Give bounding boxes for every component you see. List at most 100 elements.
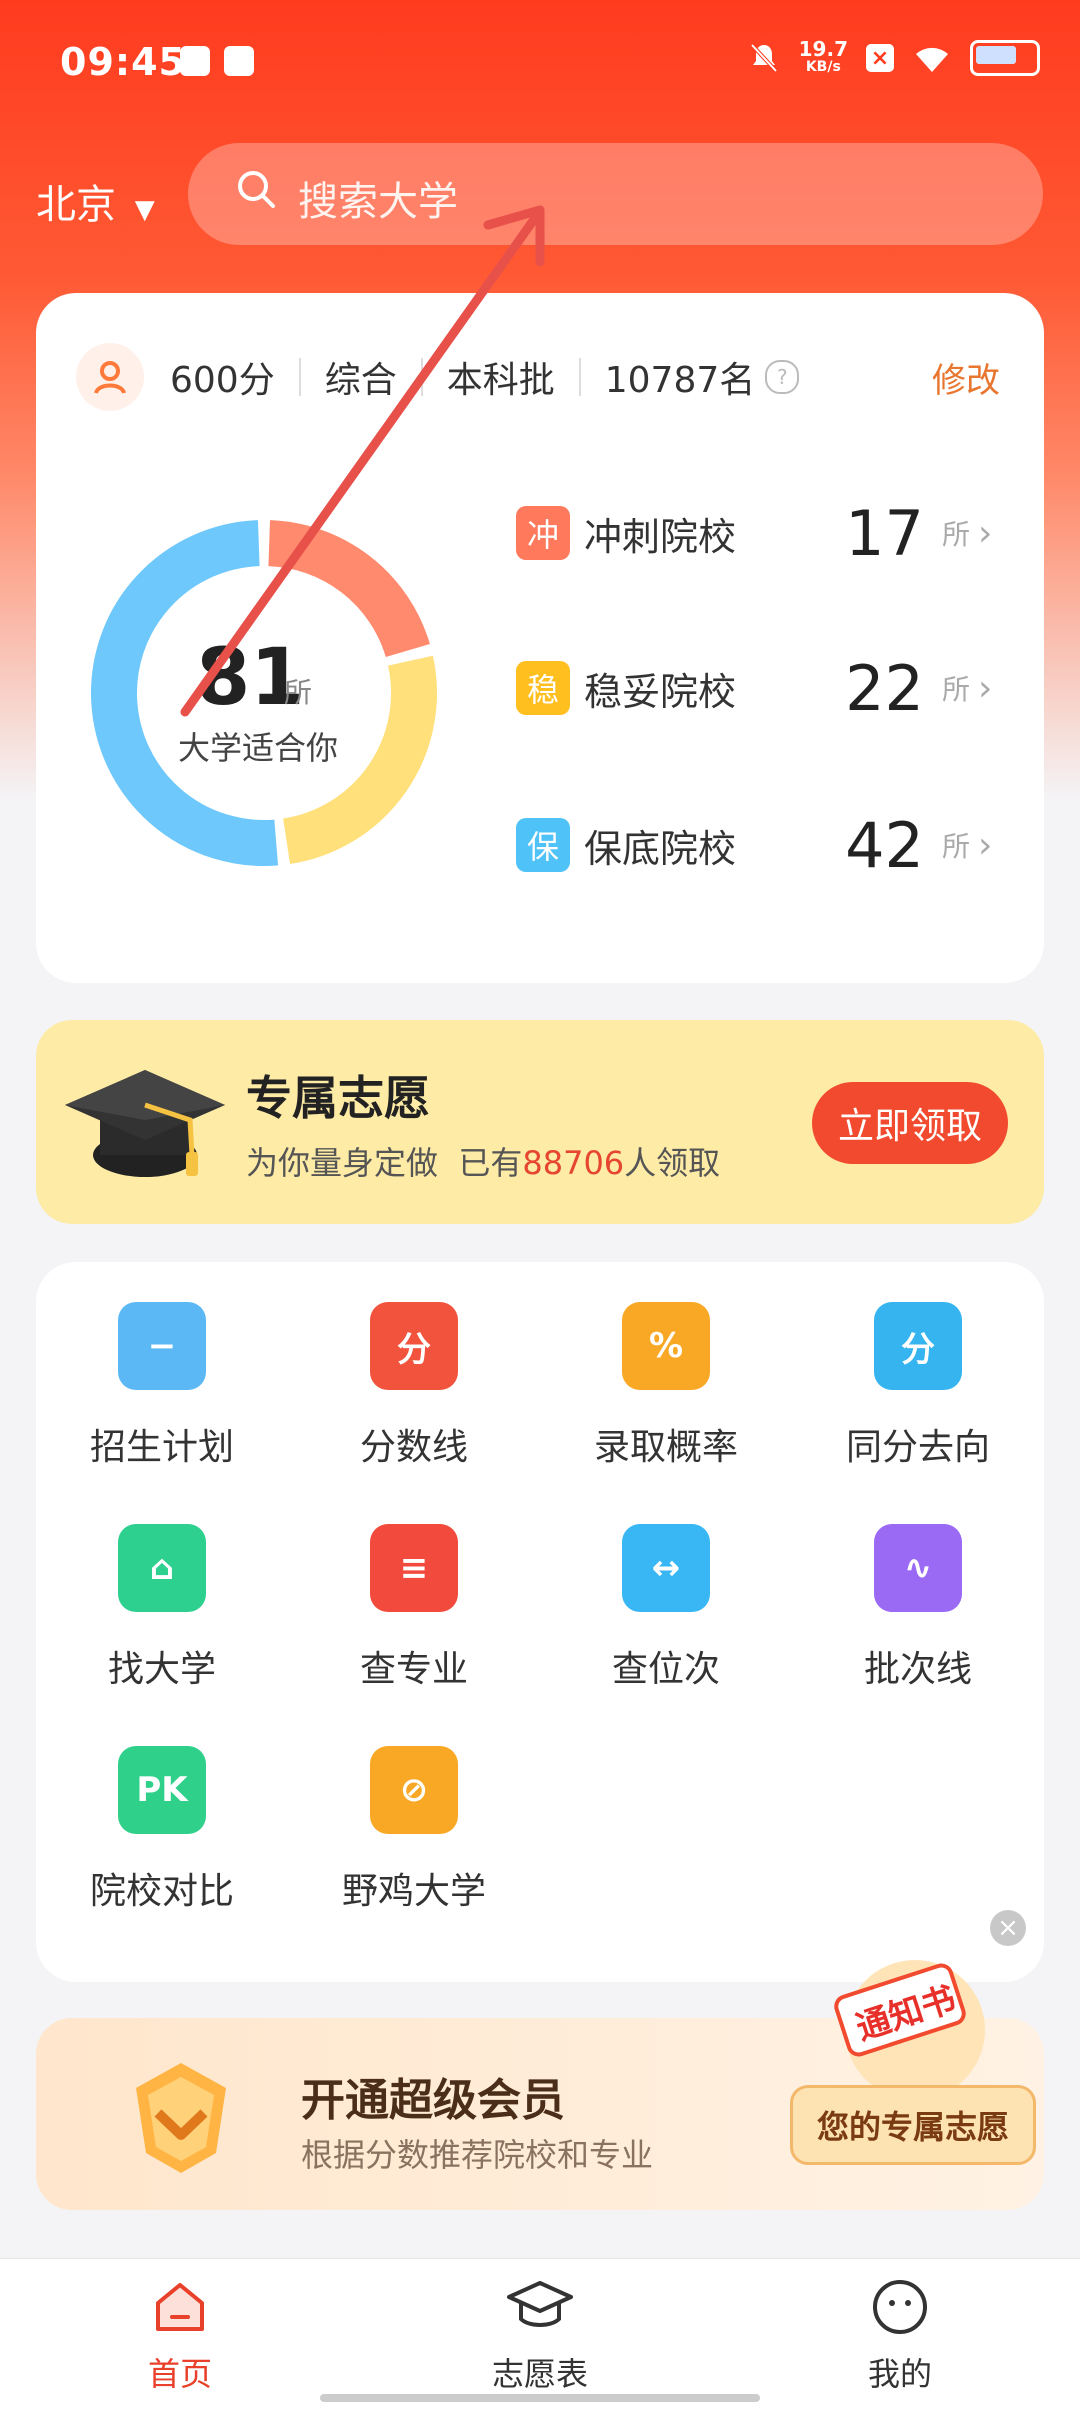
tool-label: 查位次 [611, 1649, 720, 1690]
fake-university-icon: ⊘ [370, 1746, 458, 1834]
status-icons: 19.7 KB/s × [747, 37, 1040, 76]
city-selector[interactable]: 北京 ▼ [36, 172, 155, 230]
donut-label: 大学适合你 [178, 729, 339, 767]
tool-fake-university[interactable]: ⊘ 野鸡大学 [288, 1746, 540, 1914]
claim-now-button[interactable]: 立即领取 [812, 1082, 1008, 1164]
exclusive-plan-banner[interactable]: 专属志愿 为你量身定做 已有88706人领取 立即领取 [36, 1020, 1044, 1224]
book-icon: ≡ [370, 1524, 458, 1612]
university-building-icon: ⌂ [118, 1524, 206, 1612]
search-placeholder: 搜索大学 [298, 179, 458, 225]
tier-name: 稳妥院校 [584, 669, 737, 714]
promo-sub-suffix: 人领取 [624, 1144, 721, 1182]
batch-line-icon: ∿ [874, 1524, 962, 1612]
network-speed-unit: KB/s [805, 59, 841, 75]
nav-home[interactable]: 首页 [80, 2277, 280, 2395]
tool-label: 录取概率 [593, 1427, 738, 1468]
tool-batch-line[interactable]: ∿ 批次线 [792, 1524, 1044, 1692]
tier-fallback-row[interactable]: 保保底院校 42 所 › [516, 805, 1016, 885]
tool-label: 同分去向 [845, 1427, 990, 1468]
pk-heart-icon: PK [118, 1746, 206, 1834]
tool-percent-bag[interactable]: % 录取概率 [540, 1302, 792, 1470]
mute-bell-icon [750, 43, 778, 73]
tool-score[interactable]: 分分数线 [288, 1302, 540, 1470]
tier-safe-row[interactable]: 稳稳妥院校 22 所 › [516, 648, 1016, 728]
tool-label: 查专业 [359, 1649, 468, 1690]
tool-label: 分数线 [359, 1427, 468, 1468]
network-speed: 19.7 KB/s [798, 37, 848, 76]
calendar-notification-icon [224, 46, 254, 76]
promo-title: 专属志愿 [246, 1071, 430, 1125]
tools-grid: − 招生计划 分分数线% 录取概率 分同分去向 ⌂ 找大学 ≡ 查专业 ↔ 查位次 ∿ 批次线 PK 院校对… [36, 1262, 1044, 1982]
status-bar: 09:45 19.7 KB/s × [0, 0, 1080, 130]
search-bar[interactable]: 搜索大学 [188, 143, 1043, 245]
subject-type: 综合 [324, 360, 397, 401]
bottom-navigation: 首页 志愿表 我的 [0, 2258, 1080, 2409]
score-info-row[interactable]: 600分 综合 本科批 10787名 ? [76, 343, 800, 411]
tool-label: 招生计划 [89, 1427, 234, 1468]
nav-wishlist[interactable]: 志愿表 [440, 2277, 640, 2395]
home-indicator[interactable] [320, 2394, 760, 2402]
user-avatar-icon [76, 343, 144, 411]
score-value: 600分 [170, 360, 275, 401]
tool-university-building[interactable]: ⌂ 找大学 [36, 1524, 288, 1692]
tier-badge: 稳 [516, 661, 570, 715]
vip-diamond-icon [136, 2063, 226, 2173]
tool-pk-heart[interactable]: PK 院校对比 [36, 1746, 288, 1914]
chevron-right-icon: › [978, 824, 993, 866]
rank-value: 10787名 [604, 360, 756, 401]
tool-rank-ruler[interactable]: ↔ 查位次 [540, 1524, 792, 1692]
wifi-icon [916, 47, 948, 72]
help-icon[interactable]: ? [765, 360, 800, 394]
battery-icon [970, 40, 1040, 76]
nav-home-label: 首页 [147, 2355, 212, 2393]
close-icon[interactable]: × [990, 1910, 1026, 1946]
divider [298, 358, 301, 396]
sim-disabled-icon: × [866, 44, 894, 72]
tier-name: 保底院校 [584, 826, 737, 871]
tool-book[interactable]: ≡ 查专业 [288, 1524, 540, 1692]
chevron-down-icon: ▼ [134, 195, 155, 225]
admission-notice-icon[interactable]: 通知书 [820, 1950, 990, 2100]
tier-count: 22 [845, 651, 924, 725]
donut-unit: 所 [284, 676, 313, 709]
rank-ruler-icon: ↔ [622, 1524, 710, 1612]
score-card: 600分 综合 本科批 10787名 ? 修改 81 所 大学适合你 冲冲刺院校… [36, 293, 1044, 983]
tool-graduation-cap[interactable]: − 招生计划 [36, 1302, 288, 1470]
status-time: 09:45 [60, 40, 186, 84]
divider [420, 358, 423, 396]
tier-reach-row[interactable]: 冲冲刺院校 17 所 › [516, 493, 1016, 573]
promo-subtitle: 为你量身定做 已有88706人领取 [246, 1138, 720, 1184]
smiley-face-icon [873, 2280, 927, 2334]
home-icon [156, 2283, 204, 2331]
promo-sub-prefix: 为你量身定做 已有 [246, 1144, 523, 1182]
vip-subtitle: 根据分数推荐院校和专业 [301, 2136, 654, 2174]
tier-badge: 冲 [516, 506, 570, 560]
tier-count: 42 [845, 808, 924, 882]
graduation-cap-icon [65, 1070, 225, 1177]
tier-unit: 所 [942, 673, 971, 706]
vip-title: 开通超级会员 [301, 2075, 565, 2126]
network-speed-value: 19.7 [798, 37, 848, 61]
batch-type: 本科批 [446, 360, 555, 401]
graduation-cap-icon: − [118, 1302, 206, 1390]
exclusive-plan-float-button[interactable]: 您的专属志愿 [790, 2085, 1036, 2165]
tool-same-score[interactable]: 分同分去向 [792, 1302, 1044, 1470]
divider [578, 358, 581, 396]
chevron-right-icon: › [978, 512, 993, 554]
edit-score-button[interactable]: 修改 [932, 353, 1000, 402]
percent-bag-icon: % [622, 1302, 710, 1390]
nav-wishlist-label: 志愿表 [491, 2355, 588, 2393]
tier-count: 17 [845, 496, 924, 570]
nav-me-label: 我的 [867, 2355, 932, 2393]
nav-me[interactable]: 我的 [800, 2277, 1000, 2395]
city-label: 北京 [36, 182, 116, 228]
tier-badge: 保 [516, 818, 570, 872]
chevron-right-icon: › [978, 667, 993, 709]
tool-label: 批次线 [863, 1649, 972, 1690]
tier-unit: 所 [942, 830, 971, 863]
app-notification-icon [180, 46, 210, 76]
search-icon [238, 171, 275, 208]
tool-label: 找大学 [107, 1649, 216, 1690]
tier-unit: 所 [942, 518, 971, 551]
graduation-cap-icon [507, 2281, 573, 2327]
